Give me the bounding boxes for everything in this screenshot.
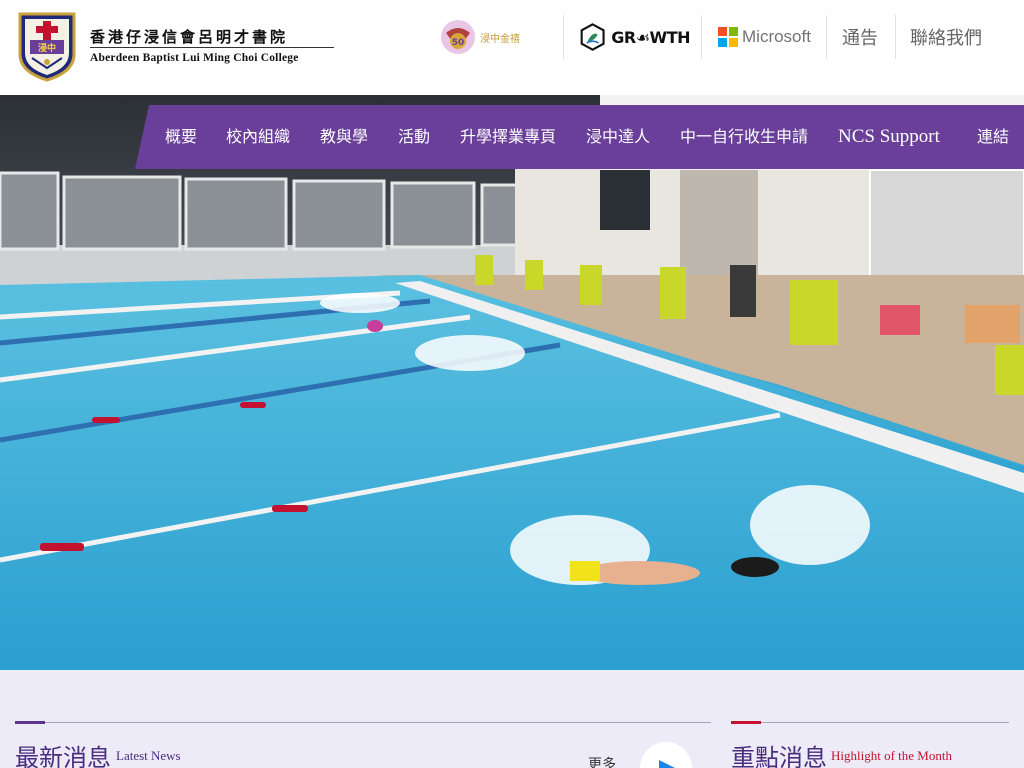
golden-jubilee-label: 浸中金禧 bbox=[480, 33, 520, 45]
header-divider bbox=[563, 15, 564, 59]
growth-link[interactable]: GR☙WTH bbox=[580, 12, 690, 62]
school-name-chinese[interactable]: 香港仔浸信會呂明才書院 bbox=[90, 26, 288, 47]
header-divider bbox=[701, 15, 702, 59]
microsoft-logo-icon bbox=[718, 27, 738, 47]
nav-item-overview[interactable]: 概要 bbox=[165, 105, 197, 169]
growth-label: GR☙WTH bbox=[611, 27, 690, 47]
nav-item-career[interactable]: 升學擇業專頁 bbox=[460, 105, 556, 169]
nav-item-teaching[interactable]: 教與學 bbox=[320, 105, 368, 169]
latest-news-title: 最新消息 bbox=[15, 744, 111, 768]
news-accent-bar bbox=[15, 721, 45, 724]
svg-text:50: 50 bbox=[452, 38, 465, 48]
growth-logo-icon bbox=[580, 23, 605, 51]
header-divider bbox=[895, 15, 896, 59]
school-name-divider bbox=[90, 47, 334, 48]
swimming-pool-photo bbox=[0, 95, 1024, 670]
microsoft-link[interactable]: Microsoft bbox=[718, 12, 818, 62]
site-header: 浸中 香港仔浸信會呂明才書院 Aberdeen Baptist Lui Ming… bbox=[0, 0, 1024, 95]
svg-text:浸中: 浸中 bbox=[38, 42, 56, 54]
latest-news-subtitle: Latest News bbox=[116, 748, 181, 763]
nav-item-links[interactable]: 連結 bbox=[977, 105, 1009, 169]
arrow-right-icon bbox=[659, 760, 675, 768]
notices-link[interactable]: 通告 bbox=[842, 24, 878, 50]
school-name-english[interactable]: Aberdeen Baptist Lui Ming Choi College bbox=[90, 52, 299, 64]
more-news-button[interactable] bbox=[640, 742, 692, 768]
contact-us-link[interactable]: 聯絡我們 bbox=[910, 24, 982, 50]
nav-item-organisation[interactable]: 校內組織 bbox=[226, 105, 290, 169]
golden-jubilee-icon: 50 bbox=[441, 20, 475, 54]
golden-jubilee-link[interactable]: 50 浸中金禧 bbox=[440, 12, 540, 62]
highlight-divider bbox=[731, 722, 1009, 723]
news-section: 最新消息 Latest News 更多 重點消息 Highlight of th… bbox=[0, 670, 1024, 768]
news-divider bbox=[15, 722, 711, 723]
highlight-accent-bar bbox=[731, 721, 761, 724]
nav-item-ncs-support[interactable]: NCS Support bbox=[838, 105, 940, 169]
school-crest-icon[interactable]: 浸中 bbox=[16, 10, 78, 83]
main-nav: 概要 校內組織 教與學 活動 升學擇業專頁 浸中達人 中一自行收生申請 NCS … bbox=[135, 105, 1024, 169]
microsoft-label: Microsoft bbox=[742, 27, 811, 46]
highlight-subtitle: Highlight of the Month bbox=[831, 748, 952, 763]
nav-item-talents[interactable]: 浸中達人 bbox=[586, 105, 650, 169]
more-news-label[interactable]: 更多 bbox=[588, 754, 616, 768]
nav-item-s1-admission[interactable]: 中一自行收生申請 bbox=[680, 105, 808, 169]
header-divider bbox=[826, 15, 827, 59]
nav-item-activities[interactable]: 活動 bbox=[398, 105, 430, 169]
highlight-title: 重點消息 bbox=[731, 744, 827, 768]
